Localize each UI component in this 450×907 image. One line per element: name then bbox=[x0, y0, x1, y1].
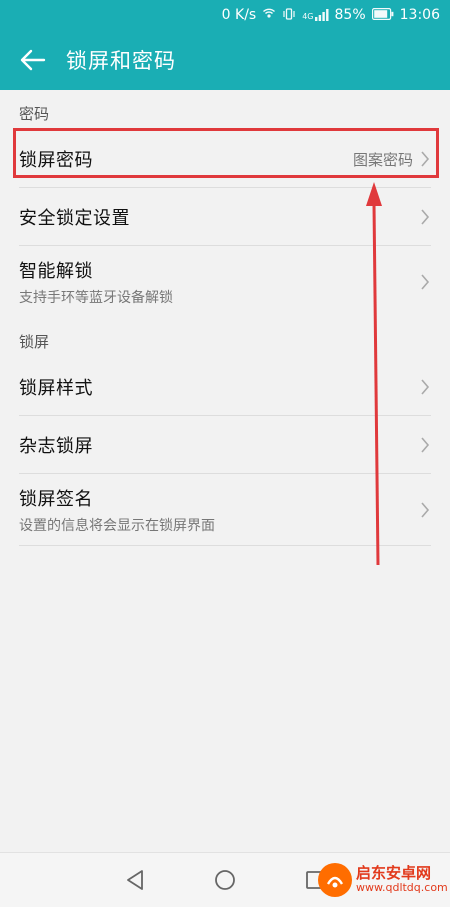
row-right bbox=[419, 500, 431, 520]
watermark-logo-icon bbox=[318, 863, 352, 897]
row-right bbox=[419, 377, 431, 397]
back-button[interactable] bbox=[0, 30, 66, 90]
row-main: 锁屏样式 bbox=[19, 374, 93, 400]
chevron-right-icon bbox=[421, 502, 430, 518]
row-main: 锁屏签名 设置的信息将会显示在锁屏界面 bbox=[19, 485, 215, 535]
back-triangle-icon bbox=[127, 870, 143, 890]
arrow-left-icon bbox=[20, 49, 46, 71]
chevron-right-icon bbox=[421, 274, 430, 290]
vibrate-icon bbox=[282, 7, 296, 24]
chevron-right-icon bbox=[421, 151, 430, 167]
row-right bbox=[419, 207, 431, 227]
annotation-arrow bbox=[366, 182, 382, 566]
status-bar: 0 K/s 4G 85% 13:06 bbox=[0, 0, 450, 30]
row-main: 锁屏密码 bbox=[19, 146, 93, 172]
row-label: 智能解锁 bbox=[19, 261, 93, 282]
watermark-url: www.qdltdq.com bbox=[356, 881, 448, 895]
nav-home-button[interactable] bbox=[205, 860, 245, 900]
row-main: 智能解锁 支持手环等蓝牙设备解锁 bbox=[19, 257, 173, 307]
chevron-right-icon bbox=[421, 209, 430, 225]
cellular-signal-icon: 4G bbox=[302, 9, 329, 21]
row-right bbox=[419, 272, 431, 292]
clock: 13:06 bbox=[399, 7, 440, 23]
battery-percent: 85% bbox=[334, 7, 366, 23]
row-main: 杂志锁屏 bbox=[19, 432, 93, 458]
battery-icon bbox=[371, 7, 394, 23]
chevron-right-icon bbox=[421, 437, 430, 453]
row-right: 图案密码 bbox=[353, 149, 431, 170]
app-bar: 锁屏和密码 bbox=[0, 30, 450, 90]
row-label: 锁屏密码 bbox=[19, 150, 93, 171]
row-label: 安全锁定设置 bbox=[19, 208, 130, 229]
page-title: 锁屏和密码 bbox=[66, 49, 176, 73]
watermark: 启东安卓网 www.qdltdq.com bbox=[318, 857, 450, 903]
network-speed: 0 K/s bbox=[221, 7, 257, 23]
section-header-password: 密码 bbox=[19, 104, 50, 123]
hotspot-icon bbox=[262, 7, 276, 24]
chevron-right-icon bbox=[421, 379, 430, 395]
watermark-title: 启东安卓网 bbox=[356, 864, 432, 883]
row-value: 图案密码 bbox=[352, 150, 413, 169]
row-label: 杂志锁屏 bbox=[19, 436, 93, 457]
home-circle-icon bbox=[215, 870, 235, 890]
row-main: 安全锁定设置 bbox=[19, 204, 130, 230]
nav-back-button[interactable] bbox=[115, 860, 155, 900]
row-label: 锁屏签名 bbox=[19, 489, 93, 510]
row-subtitle: 支持手环等蓝牙设备解锁 bbox=[19, 290, 173, 306]
watermark-text: 启东安卓网 www.qdltdq.com bbox=[356, 864, 448, 895]
row-label: 锁屏样式 bbox=[19, 378, 93, 399]
signal-label: 4G bbox=[302, 12, 314, 21]
row-right bbox=[419, 435, 431, 455]
row-subtitle: 设置的信息将会显示在锁屏界面 bbox=[19, 518, 215, 534]
